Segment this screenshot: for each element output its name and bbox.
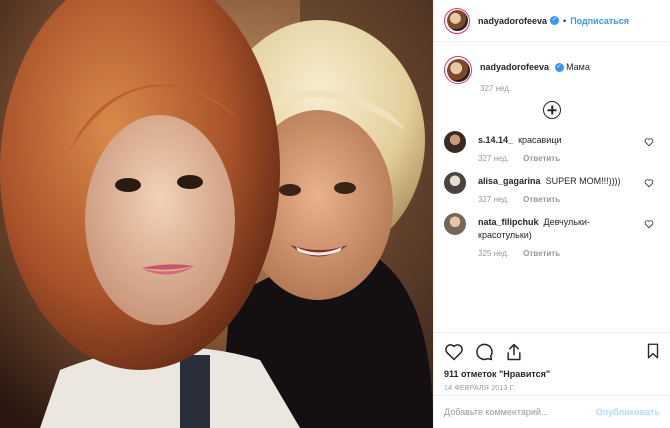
likes-count[interactable]: 911 отметок "Нравится" xyxy=(444,369,660,379)
share-upload-icon[interactable] xyxy=(504,342,524,362)
caption-text: Мама xyxy=(566,62,590,72)
comment-item: alisa_gagarina SUPER MOM!!!)))) 327 нед.… xyxy=(434,172,670,204)
comment-age: 327 нед. xyxy=(478,195,510,205)
comment-bubble-icon[interactable] xyxy=(474,342,494,362)
plus-circle-icon xyxy=(543,101,561,120)
reply-button[interactable]: Ответить xyxy=(523,154,560,163)
like-comment-heart-icon[interactable] xyxy=(644,137,654,147)
selfie-image xyxy=(0,0,433,428)
comment-username[interactable]: nata_filipchuk xyxy=(478,217,539,227)
like-comment-heart-icon[interactable] xyxy=(644,178,654,188)
comments-list: s.14.14_ красавици 327 нед. Ответить alis… xyxy=(434,131,670,332)
author-avatar[interactable] xyxy=(444,7,470,34)
post-caption: nadyadorofeeva ✓ Мама 327 нед. xyxy=(434,42,670,93)
comment-username[interactable]: alisa_gagarina xyxy=(478,176,541,186)
comment-text: SUPER MOM!!!)))) xyxy=(545,176,621,187)
separator-dot: • xyxy=(563,15,567,26)
verified-badge-icon: ✓ xyxy=(550,16,560,25)
commenter-avatar[interactable] xyxy=(444,172,466,195)
like-heart-icon[interactable] xyxy=(444,342,464,362)
add-comment-bar: Добавьте комментарий... Опубликовать xyxy=(434,395,670,428)
caption-age: 327 нед. xyxy=(480,84,512,94)
post-header: nadyadorofeeva ✓ • Подписаться xyxy=(434,0,670,42)
instagram-post: nadyadorofeeva ✓ • Подписаться nadyadoro… xyxy=(0,0,670,428)
comment-input[interactable]: Добавьте комментарий... xyxy=(444,407,596,417)
comment-text: красавици xyxy=(518,135,562,146)
comment-age: 327 нед. xyxy=(478,154,510,164)
post-side-panel: nadyadorofeeva ✓ • Подписаться nadyadoro… xyxy=(433,0,670,428)
caption-avatar[interactable] xyxy=(444,56,472,84)
author-username[interactable]: nadyadorofeeva xyxy=(478,16,547,26)
post-date: 14 ФЕВРАЛЯ 2013 Г. xyxy=(444,385,516,392)
comment-age: 325 нед. xyxy=(478,249,510,259)
load-more-comments-button[interactable] xyxy=(434,101,670,120)
publish-button[interactable]: Опубликовать xyxy=(596,407,660,417)
bookmark-icon[interactable] xyxy=(644,341,662,361)
caption-username[interactable]: nadyadorofeeva xyxy=(480,62,549,72)
verified-badge-icon: ✓ xyxy=(554,63,564,73)
comment-item: nata_filipchuk Девчульки-красотульки) 32… xyxy=(434,213,670,258)
reply-button[interactable]: Ответить xyxy=(523,195,560,204)
follow-button[interactable]: Подписаться xyxy=(570,16,629,26)
commenter-avatar[interactable] xyxy=(444,213,466,236)
like-comment-heart-icon[interactable] xyxy=(644,219,654,229)
post-photo[interactable] xyxy=(0,0,433,428)
comment-item: s.14.14_ красавици 327 нед. Ответить xyxy=(434,131,670,163)
comment-username[interactable]: s.14.14_ xyxy=(478,135,513,145)
reply-button[interactable]: Ответить xyxy=(523,249,560,258)
commenter-avatar[interactable] xyxy=(444,131,466,154)
